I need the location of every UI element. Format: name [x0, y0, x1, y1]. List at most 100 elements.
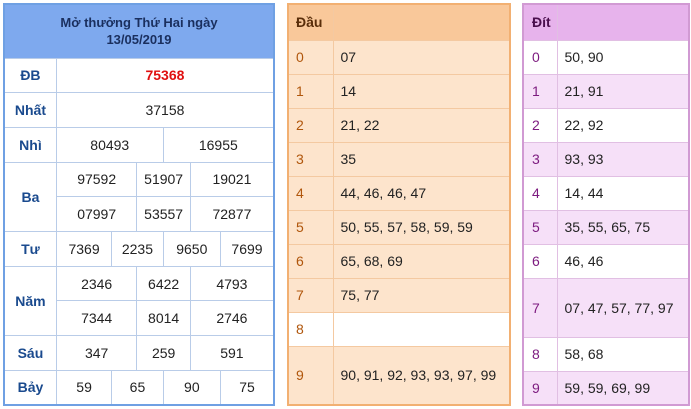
dau-header-blank [332, 3, 511, 41]
dau-header-row: Đầu [287, 3, 511, 41]
results-title: Mở thưởng Thứ Hai ngày 13/05/2019 [3, 3, 275, 59]
prize-row-db: ĐB 75368 [3, 57, 275, 94]
dau-key: 1 [287, 73, 334, 109]
results-title-text: Mở thưởng Thứ Hai ngày [60, 15, 218, 31]
prize-value: 65 [111, 369, 164, 406]
dit-values: 14, 44 [556, 175, 690, 211]
lottery-results-table: Mở thưởng Thứ Hai ngày 13/05/2019 ĐB 753… [3, 3, 275, 406]
prize-label-ba: Ba [3, 161, 57, 233]
dau-values [332, 311, 511, 347]
dit-table: Đít 0 50, 90 1 21, 91 2 22, 92 3 93, 93 … [522, 3, 690, 406]
prize-row-nhat: Nhất 37158 [3, 92, 275, 128]
prize-value: 7344 [55, 300, 138, 337]
prize-value: 591 [189, 335, 275, 371]
dit-key: 1 [522, 73, 558, 109]
dit-values: 50, 90 [556, 39, 690, 75]
prize-value: 2235 [111, 231, 164, 267]
dit-row-5: 5 35, 55, 65, 75 [522, 209, 690, 245]
prize-label-bay: Bảy [3, 369, 57, 406]
prize-label-nam: Năm [3, 265, 57, 337]
dau-header-label: Đầu [287, 3, 334, 41]
prize-value: 37158 [55, 92, 275, 128]
dit-values: 59, 59, 69, 99 [556, 370, 690, 406]
dit-row-6: 6 46, 46 [522, 243, 690, 279]
dit-row-2: 2 22, 92 [522, 107, 690, 143]
dau-key: 5 [287, 209, 334, 245]
prize-value: 6422 [136, 265, 191, 302]
dau-values: 35 [332, 141, 511, 177]
prize-row-nhi: Nhì 80493 16955 [3, 126, 275, 163]
dit-row-8: 8 58, 68 [522, 336, 690, 372]
dau-values: 14 [332, 73, 511, 109]
dit-row-7: 7 07, 47, 57, 77, 97 [522, 277, 690, 338]
dau-values: 21, 22 [332, 107, 511, 143]
prize-row-sau: Sáu 347 259 591 [3, 335, 275, 371]
dau-row-3: 3 35 [287, 141, 511, 177]
dit-values: 21, 91 [556, 73, 690, 109]
dit-values: 35, 55, 65, 75 [556, 209, 690, 245]
prize-row-nam: Năm 2346 6422 4793 [3, 265, 275, 337]
dau-key: 4 [287, 175, 334, 211]
prize-value: 59 [55, 369, 113, 406]
dau-key: 2 [287, 107, 334, 143]
dau-table: Đầu 0 07 1 14 2 21, 22 3 35 4 44, 46, 46… [287, 3, 511, 406]
dit-row-1: 1 21, 91 [522, 73, 690, 109]
prize-value: 75 [220, 369, 275, 406]
dau-row-4: 4 44, 46, 46, 47 [287, 175, 511, 211]
prize-value: 16955 [162, 126, 275, 163]
dit-key: 3 [522, 141, 558, 177]
dit-key: 2 [522, 107, 558, 143]
prize-value: 8014 [136, 300, 191, 337]
prize-row-tu: Tư 7369 2235 9650 7699 [3, 231, 275, 267]
dit-values: 07, 47, 57, 77, 97 [556, 277, 690, 338]
dau-row-2: 2 21, 22 [287, 107, 511, 143]
prize-value: 7369 [55, 231, 113, 267]
dau-row-8: 8 [287, 311, 511, 347]
dit-key: 4 [522, 175, 558, 211]
prize-value: 97592 [55, 161, 138, 198]
dau-values: 65, 68, 69 [332, 243, 511, 279]
prize-label-sau: Sáu [3, 335, 57, 371]
dau-values: 44, 46, 46, 47 [332, 175, 511, 211]
dit-values: 46, 46 [556, 243, 690, 279]
prize-value: 90 [162, 369, 222, 406]
dau-key: 6 [287, 243, 334, 279]
dau-values: 50, 55, 57, 58, 59, 59 [332, 209, 511, 245]
dau-key: 3 [287, 141, 334, 177]
prize-value: 2746 [189, 300, 275, 337]
dau-key: 9 [287, 345, 334, 406]
dau-row-9: 9 90, 91, 92, 93, 93, 97, 99 [287, 345, 511, 406]
prize-value: 72877 [189, 196, 275, 233]
dit-row-0: 0 50, 90 [522, 39, 690, 75]
dit-header-row: Đít [522, 3, 690, 41]
dau-row-6: 6 65, 68, 69 [287, 243, 511, 279]
dau-row-5: 5 50, 55, 57, 58, 59, 59 [287, 209, 511, 245]
dau-values: 90, 91, 92, 93, 93, 97, 99 [332, 345, 511, 406]
prize-value: 75368 [55, 57, 275, 94]
dit-header-label: Đít [522, 3, 558, 41]
dit-key: 7 [522, 277, 558, 338]
dit-header-blank [556, 3, 690, 41]
dit-row-9: 9 59, 59, 69, 99 [522, 370, 690, 406]
dau-key: 7 [287, 277, 334, 313]
prize-row-bay: Bảy 59 65 90 75 [3, 369, 275, 406]
dit-values: 93, 93 [556, 141, 690, 177]
dau-row-7: 7 75, 77 [287, 277, 511, 313]
prize-value: 51907 [136, 161, 191, 198]
prize-label-tu: Tư [3, 231, 57, 267]
prize-value: 19021 [189, 161, 275, 198]
dit-key: 6 [522, 243, 558, 279]
dit-key: 0 [522, 39, 558, 75]
dau-key: 0 [287, 39, 334, 75]
dau-row-1: 1 14 [287, 73, 511, 109]
prize-value: 4793 [189, 265, 275, 302]
dau-values: 07 [332, 39, 511, 75]
dit-values: 22, 92 [556, 107, 690, 143]
prize-value: 259 [136, 335, 191, 371]
dit-key: 8 [522, 336, 558, 372]
prize-value: 347 [55, 335, 138, 371]
prize-value: 53557 [136, 196, 191, 233]
dau-key: 8 [287, 311, 334, 347]
prize-label-nhat: Nhất [3, 92, 57, 128]
dit-row-4: 4 14, 44 [522, 175, 690, 211]
